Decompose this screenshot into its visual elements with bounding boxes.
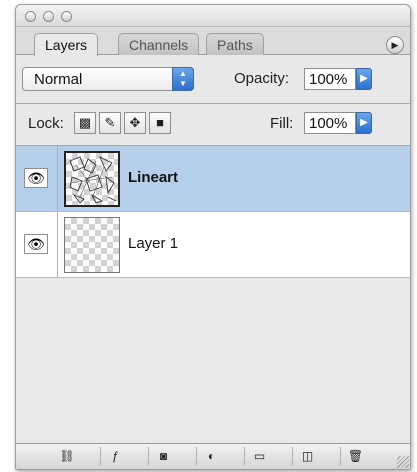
tab-channels[interactable]: Channels [118, 33, 200, 55]
link-icon[interactable]: ⛓ [52, 447, 82, 466]
adjustment-icon[interactable]: ◐ [196, 447, 226, 466]
opacity-label: Opacity: [234, 70, 290, 87]
fill-slider-button[interactable]: ▶ [356, 112, 372, 134]
layer-thumbnail [64, 151, 120, 207]
chevron-updown-icon: ▲ ▼ [172, 67, 194, 91]
layer-name: Layer 1 [128, 235, 179, 252]
trash-icon[interactable]: 🗑 [340, 447, 370, 466]
blend-mode-select[interactable]: Normal ▲ ▼ [22, 67, 194, 91]
layer-style-icon[interactable]: ƒ [100, 447, 130, 466]
minimize-button[interactable] [43, 11, 54, 22]
folder-icon[interactable]: ▭ [244, 447, 274, 466]
lock-all-icon[interactable]: ■ [149, 112, 171, 134]
opacity-field[interactable]: 100% [304, 68, 356, 90]
layers-panel: Layers Channels Paths ▶ Normal ▲ ▼ Opacit… [15, 4, 411, 470]
lock-fill-row: Lock: ▩ ✎ ✥ ■ Fill: 100% ▶ [16, 105, 410, 145]
layer-row-layer1[interactable]: 👁 Layer 1 [16, 212, 410, 278]
lock-transparency-icon[interactable]: ▩ [74, 112, 96, 134]
lock-move-icon[interactable]: ✥ [124, 112, 146, 134]
tab-layers[interactable]: Layers [34, 33, 99, 56]
eye-icon[interactable]: 👁 [24, 168, 48, 188]
tab-paths[interactable]: Paths [206, 33, 264, 55]
layer-thumbnail [64, 217, 120, 273]
close-button[interactable] [25, 11, 36, 22]
layer-name: Lineart [128, 169, 179, 186]
zoom-button[interactable] [61, 11, 72, 22]
fill-field[interactable]: 100% [304, 112, 356, 134]
divider [16, 103, 410, 104]
mask-icon[interactable]: ◙ [148, 447, 178, 466]
new-layer-icon[interactable]: ◫ [292, 447, 322, 466]
layers-list: 👁 Lineart 👁 Layer 1 [16, 146, 410, 444]
tab-bar: Layers Channels Paths ▶ [16, 27, 410, 56]
title-bar [16, 5, 410, 27]
visibility-cell: 👁 [16, 146, 58, 211]
layer-row-lineart[interactable]: 👁 Lineart [16, 146, 410, 212]
blend-mode-value: Normal [34, 71, 83, 88]
opacity-slider-button[interactable]: ▶ [356, 68, 372, 90]
visibility-cell: 👁 [16, 212, 58, 277]
fill-label: Fill: [270, 115, 294, 132]
lineart-sketch-image [69, 156, 117, 204]
panel-menu-icon[interactable]: ▶ [386, 36, 404, 54]
lock-label: Lock: [28, 115, 64, 132]
lock-brush-icon[interactable]: ✎ [99, 112, 121, 134]
blend-opacity-row: Normal ▲ ▼ Opacity: 100% ▶ [16, 59, 410, 105]
eye-icon[interactable]: 👁 [24, 234, 48, 254]
resize-grip-icon[interactable] [397, 456, 409, 468]
bottom-toolbar: ⛓ ƒ ◙ ◐ ▭ ◫ 🗑 [16, 443, 410, 469]
